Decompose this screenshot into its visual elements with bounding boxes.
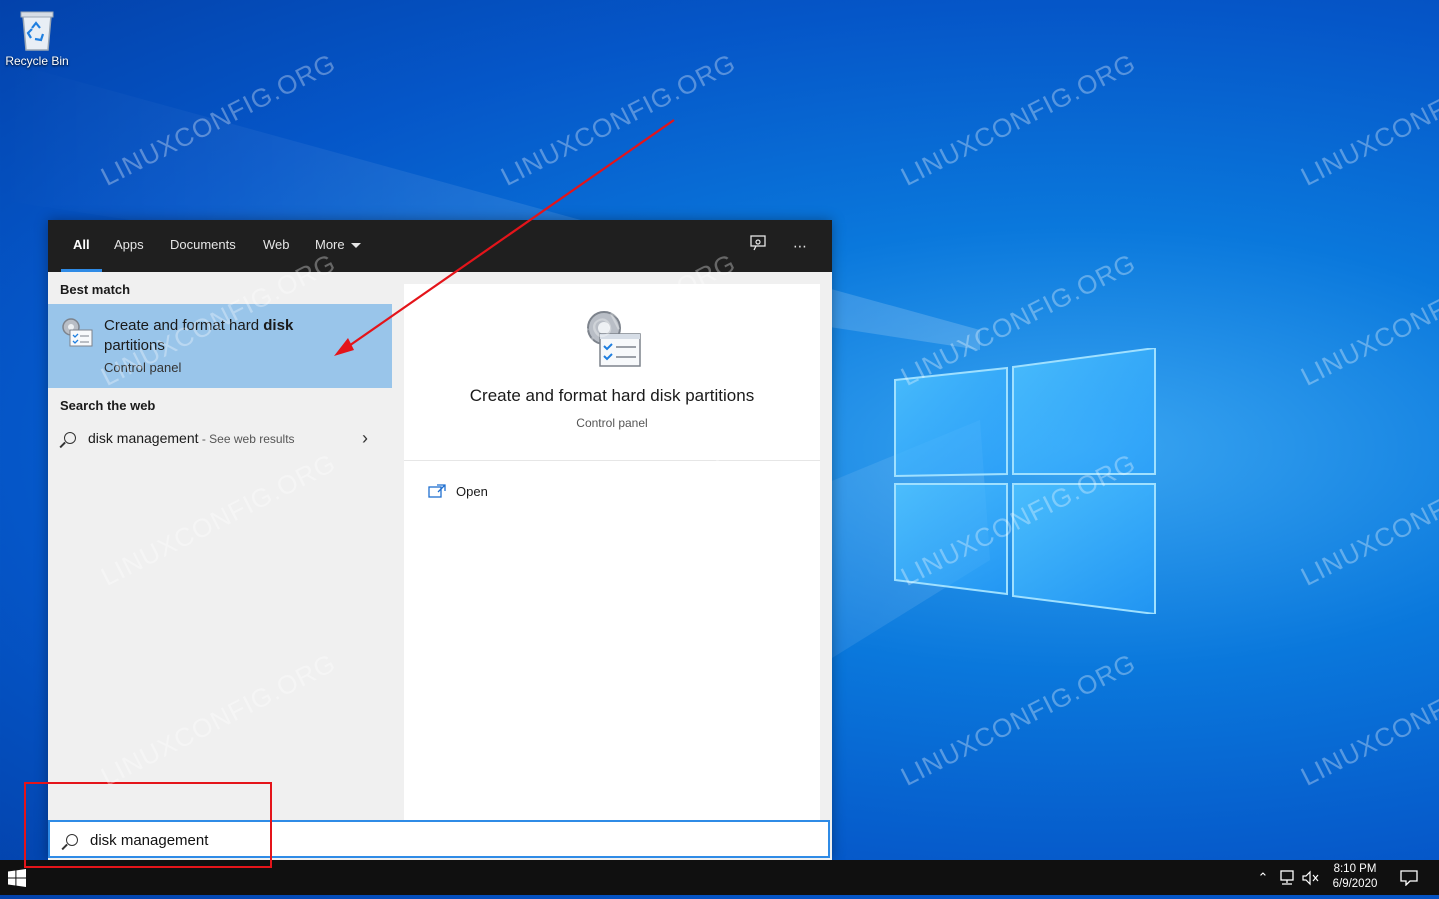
watermark: LINUXCONFIG.ORG — [896, 647, 1141, 792]
control-panel-disk-icon — [62, 318, 93, 347]
preview-subtitle: Control panel — [576, 416, 648, 430]
feedback-icon[interactable] — [746, 234, 770, 258]
open-action-label: Open — [456, 484, 488, 499]
clock-time: 8:10 PM — [1333, 863, 1377, 875]
more-options-icon[interactable]: ⋯ — [788, 234, 812, 258]
watermark: LINUXCONFIG.ORG — [496, 47, 741, 192]
result-preview-pane: Create and format hard disk partitions C… — [404, 284, 820, 820]
taskbar: ⌃ 8:10 PM 6/9/2020 — [0, 860, 1439, 895]
tab-all[interactable]: All — [61, 220, 101, 272]
watermark: LINUXCONFIG.ORG — [96, 47, 341, 192]
control-panel-disk-large-icon — [587, 311, 641, 367]
best-match-title: Create and format hard disk partitions — [104, 317, 294, 354]
action-center-icon[interactable] — [1398, 860, 1420, 895]
search-icon — [66, 834, 78, 846]
web-search-result[interactable]: disk management - See web results › — [48, 424, 392, 454]
results-list: Best match Create and format hard disk pa… — [48, 272, 392, 820]
taskbar-clock[interactable]: 8:10 PM 6/9/2020 — [1318, 862, 1392, 892]
watermark: LINUXCONFIG.ORG — [1296, 47, 1439, 192]
tab-more[interactable]: More — [315, 220, 361, 272]
recycle-bin-label: Recycle Bin — [5, 54, 69, 68]
start-button[interactable] — [8, 869, 26, 887]
tab-web[interactable]: Web — [263, 220, 290, 272]
volume-muted-icon[interactable] — [1300, 860, 1320, 895]
search-icon — [64, 432, 76, 444]
search-web-heading: Search the web — [60, 398, 156, 413]
windows-start-icon — [8, 869, 26, 887]
recycle-bin-icon — [20, 11, 54, 51]
preview-divider — [404, 460, 820, 461]
chevron-up-icon[interactable]: ⌃ — [1254, 860, 1272, 895]
search-input[interactable] — [88, 829, 792, 851]
windows-search-panel: All Apps Documents Web More ⋯ Best match… — [48, 220, 832, 860]
watermark: LINUXCONFIG.ORG — [896, 47, 1141, 192]
chevron-right-icon[interactable]: › — [362, 428, 368, 449]
search-tab-bar: All Apps Documents Web More ⋯ — [48, 220, 832, 272]
best-match-result[interactable]: Create and format hard disk partitions Co… — [48, 304, 392, 388]
best-match-heading: Best match — [60, 282, 131, 297]
best-match-subtitle: Control panel — [104, 360, 182, 375]
watermark: LINUXCONFIG.ORG — [1296, 247, 1439, 392]
windows-logo-wallpaper — [894, 348, 1156, 614]
open-window-icon — [428, 484, 446, 498]
tab-documents[interactable]: Documents — [170, 220, 236, 272]
chevron-down-icon — [350, 243, 361, 249]
web-search-query: disk management - See web results — [88, 430, 295, 446]
preview-title: Create and format hard disk partitions — [469, 386, 755, 405]
watermark: LINUXCONFIG.ORG — [1296, 647, 1439, 792]
network-icon[interactable] — [1277, 860, 1297, 895]
recycle-bin[interactable]: Recycle Bin — [4, 8, 70, 68]
clock-date: 6/9/2020 — [1332, 878, 1378, 890]
tab-apps[interactable]: Apps — [114, 220, 144, 272]
search-box[interactable] — [48, 820, 830, 858]
watermark: LINUXCONFIG.ORG — [1296, 447, 1439, 592]
